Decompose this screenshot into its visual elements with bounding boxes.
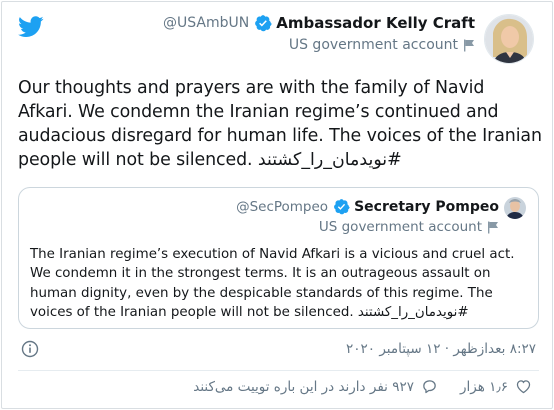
quoted-government-account-label: US government account bbox=[318, 219, 482, 235]
tweet-card: @USAmbUN Ambassador Kelly Craft US gover… bbox=[1, 1, 553, 409]
tweet-body: Our thoughts and prayers are with the fa… bbox=[18, 76, 543, 172]
government-account-label: US government account bbox=[288, 37, 458, 53]
quoted-author-handle[interactable]: @SecPompeo bbox=[236, 199, 328, 215]
tweet-timestamp[interactable]: ۸:۲۷ بعدازظهر · ۱۲ سپتامبر ۲۰۲۰ bbox=[346, 341, 536, 357]
tweet-actions: ۱٫۶ هزار ۹۲۷ نفر دارند در این باره توییت… bbox=[193, 378, 532, 395]
info-icon[interactable] bbox=[21, 340, 39, 358]
like-action[interactable]: ۱٫۶ هزار bbox=[460, 378, 532, 395]
author-avatar[interactable] bbox=[484, 14, 534, 64]
reply-bubble-icon[interactable] bbox=[421, 378, 438, 395]
quoted-tweet-header: @SecPompeo Secretary Pompeo US governmen… bbox=[236, 197, 526, 235]
quoted-author-avatar[interactable] bbox=[504, 197, 526, 219]
government-flag-icon bbox=[464, 39, 474, 51]
reply-action[interactable]: ۹۲۷ نفر دارند در این باره توییت می‌کنند bbox=[193, 378, 438, 395]
quoted-tweet-hashtag[interactable]: #نویدمان_را_کشتند bbox=[358, 305, 469, 320]
twitter-logo-icon[interactable] bbox=[18, 16, 44, 38]
tweet-meta: ۸:۲۷ بعدازظهر · ۱۲ سپتامبر ۲۰۲۰ bbox=[18, 340, 539, 362]
verified-badge-icon bbox=[255, 15, 272, 32]
divider bbox=[18, 370, 539, 371]
heart-icon[interactable] bbox=[515, 378, 532, 395]
author-handle[interactable]: @USAmbUN bbox=[163, 15, 249, 31]
author-name[interactable]: Ambassador Kelly Craft bbox=[276, 14, 475, 32]
like-count: ۱٫۶ هزار bbox=[459, 378, 508, 395]
quoted-author-name[interactable]: Secretary Pompeo bbox=[354, 199, 499, 215]
verified-badge-icon bbox=[334, 199, 350, 215]
tweet-header: @USAmbUN Ambassador Kelly Craft US gover… bbox=[163, 14, 534, 64]
quoted-tweet[interactable]: @SecPompeo Secretary Pompeo US governmen… bbox=[18, 187, 539, 329]
government-flag-icon bbox=[488, 221, 498, 233]
quoted-tweet-body: The Iranian regime’s execution of Navid … bbox=[30, 245, 530, 322]
reply-count-text: ۹۲۷ نفر دارند در این باره توییت می‌کنند bbox=[193, 378, 414, 395]
tweet-hashtag[interactable]: #نویدمان_را_کشتند bbox=[258, 150, 402, 170]
